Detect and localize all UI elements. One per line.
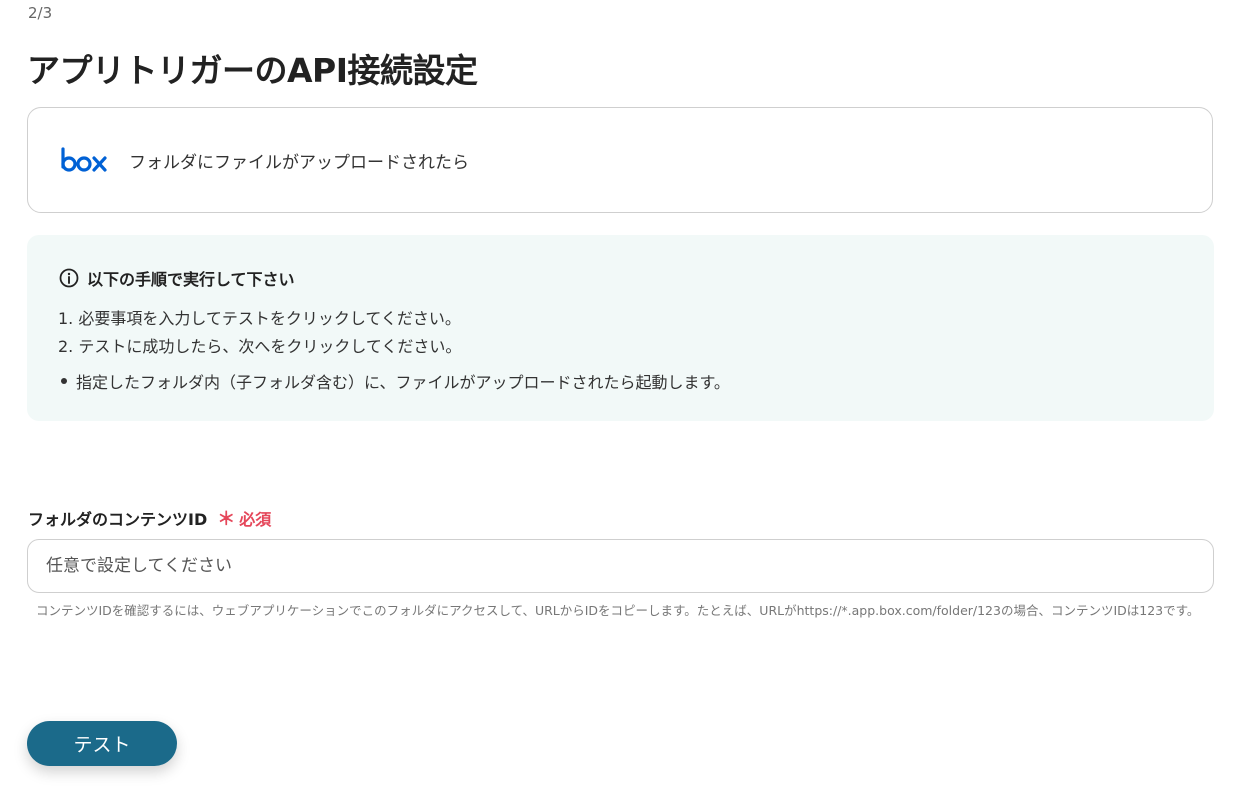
step-indicator: 2/3 [28, 4, 53, 22]
instruction-note: 指定したフォルダ内（子フォルダ含む）に、ファイルがアップロードされたら起動します… [58, 369, 730, 393]
folder-content-id-label-text: フォルダのコンテンツID [28, 510, 208, 529]
bullet-icon [61, 378, 67, 384]
instructions-panel: 以下の手順で実行して下さい 1. 必要事項を入力してテストをクリックしてください… [27, 235, 1214, 421]
folder-content-id-label: フォルダのコンテンツID ＊ 必須 [28, 505, 271, 531]
folder-content-id-help: コンテンツIDを確認するには、ウェブアプリケーションでこのフォルダにアクセスして… [36, 603, 1200, 618]
folder-content-id-input[interactable] [27, 539, 1214, 593]
instructions-heading: 以下の手順で実行して下さい [59, 266, 295, 290]
box-logo-icon [61, 147, 107, 172]
info-icon [59, 268, 79, 288]
trigger-label: フォルダにファイルがアップロードされたら [129, 153, 469, 173]
required-badge: ＊ 必須 [217, 505, 271, 531]
instruction-step: 2. テストに成功したら、次へをクリックしてください。 [58, 337, 462, 356]
instruction-note-text: 指定したフォルダ内（子フォルダ含む）に、ファイルがアップロードされたら起動します… [76, 373, 730, 392]
api-connection-settings-page: 2/3 アプリトリガーのAPI接続設定 フォルダにファイルがアップロードされたら… [0, 0, 1243, 790]
trigger-card: フォルダにファイルがアップロードされたら [27, 107, 1213, 213]
instructions-heading-text: 以下の手順で実行して下さい [87, 270, 295, 289]
required-asterisk-icon: ＊ [217, 509, 236, 530]
instruction-step: 1. 必要事項を入力してテストをクリックしてください。 [58, 309, 461, 328]
page-title: アプリトリガーのAPI接続設定 [27, 51, 478, 90]
required-text: 必須 [239, 510, 272, 529]
test-button[interactable]: テスト [27, 721, 177, 766]
